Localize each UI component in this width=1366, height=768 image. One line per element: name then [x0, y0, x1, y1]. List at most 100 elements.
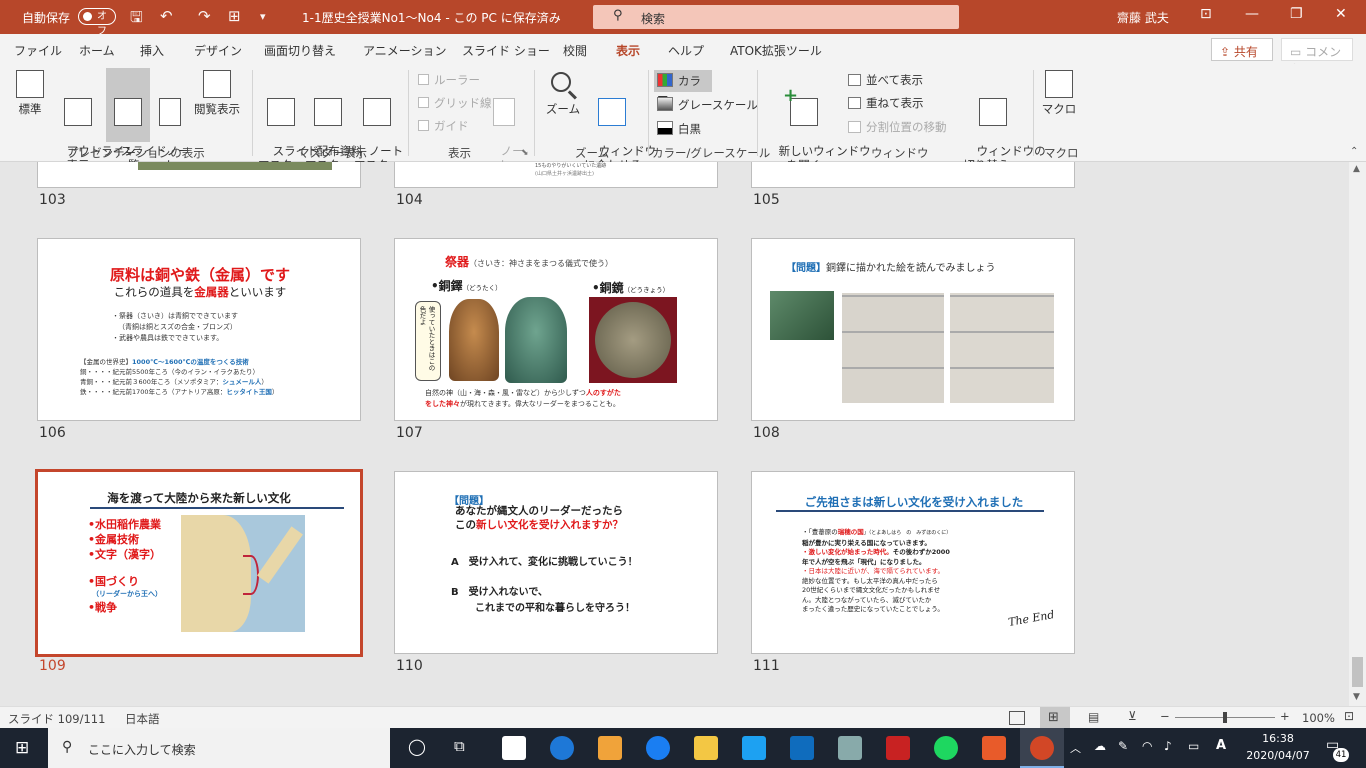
start-slideshow-icon[interactable]: ⊞	[228, 7, 241, 25]
reading-view-button[interactable]: 閲覧表示	[190, 70, 244, 140]
normal-view-button[interactable]: 標準	[8, 70, 52, 140]
document-title[interactable]: 1-1歴史全授業No1～No4 - この PC に保存済み	[302, 9, 561, 26]
zoom-slider[interactable]	[1175, 712, 1275, 723]
video-app-icon[interactable]	[598, 736, 622, 760]
keyboard-icon[interactable]: ▭	[1188, 739, 1199, 753]
new-window-button[interactable]: + 新しいウィンドウ を開く	[764, 70, 871, 173]
autosave-toggle[interactable]: オフ	[78, 8, 116, 37]
scroll-up-icon[interactable]: ▲	[1353, 164, 1360, 174]
language-indicator[interactable]: 日本語	[125, 711, 160, 727]
move-split-button[interactable]: 分割位置の移動	[848, 119, 947, 135]
ribbon-display-options-icon[interactable]: ⊡	[1200, 6, 1212, 22]
zoom-slider-thumb[interactable]	[1223, 712, 1227, 723]
slide-sorter-button[interactable]: スライド 一覧	[106, 68, 167, 172]
zoom-level[interactable]: 100%	[1302, 711, 1335, 725]
handout-master-button[interactable]: 配布資料 マスター	[302, 70, 363, 172]
tab-insert[interactable]: 挿入	[140, 42, 164, 59]
outline-view-button[interactable]: アウトライン 表示	[52, 70, 136, 172]
tab-review[interactable]: 校閲	[563, 42, 587, 59]
slide-thumbnail-109[interactable]: 海を渡って大陸から来た新しい文化 •水田稲作農業 •金属技術 •文字（漢字） •…	[35, 469, 363, 657]
zoom-out-icon[interactable]: −	[1160, 709, 1170, 723]
collapse-ribbon-icon[interactable]: ⌃	[1350, 146, 1358, 157]
slide-thumbnail-106[interactable]: 原料は銅や鉄（金属）です これらの道具を金属器といいます ・祭器（さいき）は青銅…	[37, 238, 361, 421]
restore-icon[interactable]: ❐	[1290, 6, 1303, 22]
undo-icon[interactable]: ↶	[160, 7, 173, 25]
comment-button[interactable]: ▭ コメント	[1281, 38, 1353, 76]
slide-thumbnail-110[interactable]: 【問題】 あなたが縄文人のリーダーだったら この新しい文化を受け入れますか？ A…	[394, 471, 718, 654]
dolby-app-icon[interactable]	[502, 736, 526, 760]
onedrive-icon[interactable]: ☁	[1094, 739, 1106, 753]
r-app-icon[interactable]	[982, 736, 1006, 760]
cortana-icon[interactable]: ◯	[408, 737, 426, 756]
notes-button[interactable]: ノー ト	[486, 70, 524, 172]
gridlines-checkbox[interactable]: グリッド線	[418, 95, 492, 111]
grayscale-button[interactable]: グレースケール	[657, 97, 758, 113]
macros-button[interactable]: マクロ	[1040, 70, 1078, 140]
tab-transitions[interactable]: 画面切り替え	[264, 42, 336, 59]
share-button[interactable]: ⇪ 共有	[1211, 38, 1273, 61]
taskbar-clock-date[interactable]: 2020/04/07	[1245, 749, 1311, 762]
tab-design[interactable]: デザイン	[194, 42, 242, 59]
app-red-icon[interactable]	[886, 736, 910, 760]
redo-icon[interactable]: ↷	[198, 7, 211, 25]
file-explorer-icon[interactable]	[694, 736, 718, 760]
minimize-icon[interactable]: —	[1245, 6, 1259, 22]
scrollbar-thumb[interactable]	[1352, 657, 1363, 687]
reading-view-icon[interactable]: ▤	[1088, 710, 1099, 724]
edge-browser-icon[interactable]	[550, 736, 574, 760]
twitter-icon[interactable]	[742, 736, 766, 760]
slide-master-button[interactable]: スライド マスター	[258, 70, 319, 172]
cascade-button[interactable]: 重ねて表示	[848, 95, 924, 111]
volume-icon[interactable]: ♪	[1164, 739, 1172, 753]
fit-slide-icon[interactable]: ⊡	[1344, 709, 1354, 723]
switch-windows-button[interactable]: ウィンドウの 切り替え ⌄	[962, 70, 1046, 172]
app-icon[interactable]	[838, 736, 862, 760]
close-icon[interactable]: ✕	[1335, 6, 1347, 22]
color-button[interactable]: カラー	[654, 70, 712, 104]
windows-start-icon[interactable]: ⊞	[15, 738, 29, 758]
slide-sorter-status-button[interactable]: ⊞	[1040, 707, 1070, 728]
save-icon[interactable]: 🖫	[130, 7, 143, 32]
tab-atok[interactable]: ATOK拡張ツール	[730, 42, 822, 59]
slide-thumbnail-111[interactable]: ご先祖さまは新しい文化を受け入れました ・「豊葦原の瑞穂の国」（とよあしはら の…	[751, 471, 1075, 654]
taskbar-clock-time[interactable]: 16:38	[1248, 732, 1308, 745]
slide-thumbnail-108[interactable]: 【問題】銅鐸に描かれた絵を読んでみましょう	[751, 238, 1075, 421]
messenger-icon[interactable]	[646, 736, 670, 760]
fit-to-window-button[interactable]: ウィンドウ に合わせる	[584, 70, 656, 172]
slide-thumbnail-105[interactable]	[751, 162, 1075, 188]
black-white-button[interactable]: 白黒	[657, 121, 701, 137]
normal-view-icon[interactable]	[1009, 711, 1025, 725]
tab-help[interactable]: ヘルプ	[668, 42, 704, 59]
ruler-checkbox[interactable]: ルーラー	[418, 72, 480, 88]
task-view-icon[interactable]: ⧉	[454, 737, 465, 755]
outlook-icon[interactable]	[790, 736, 814, 760]
zoom-in-icon[interactable]: +	[1280, 709, 1290, 723]
show-hidden-icons[interactable]: ︿	[1070, 740, 1081, 756]
tab-file[interactable]: ファイル	[14, 42, 62, 59]
user-name[interactable]: 齋藤 武夫	[1117, 9, 1169, 26]
slide-thumbnail-103[interactable]	[37, 162, 361, 188]
wifi-icon[interactable]: ◠	[1142, 739, 1152, 753]
tab-slideshow[interactable]: スライド ショー	[462, 42, 550, 59]
dialog-launcher-icon[interactable]: ⬊	[521, 148, 529, 158]
powerpoint-taskbar-button[interactable]	[1020, 728, 1064, 768]
vertical-scrollbar[interactable]: ▲ ▼	[1349, 162, 1366, 706]
customize-qat-icon[interactable]: ▾	[260, 10, 266, 23]
zoom-button[interactable]: ズーム	[542, 70, 584, 140]
slide-thumbnail-107[interactable]: 祭器（さいき：神さまをまつる儀式で使う） •銅鐸（どうたく） •銅鏡（どうきょう…	[394, 238, 718, 421]
guides-checkbox[interactable]: ガイド	[418, 118, 469, 134]
ime-mode-icon[interactable]: A	[1216, 738, 1226, 753]
slideshow-icon[interactable]: ⊻	[1128, 709, 1137, 723]
slide-thumbnail-104[interactable]: 15ものやりがいくいていた遺跡 (山口県土井ヶ浜遺跡出土)	[394, 162, 718, 188]
tab-home[interactable]: ホーム	[79, 42, 115, 59]
arrange-all-button[interactable]: 並べて表示	[848, 72, 923, 88]
notes-page-button[interactable]: ノー ト	[152, 70, 190, 172]
search-box[interactable]: ⚲ 検索	[593, 5, 959, 29]
taskbar-search[interactable]: ⚲ ここに入力して検索	[48, 728, 390, 768]
pen-icon[interactable]: ✎	[1118, 739, 1128, 753]
notes-master-button[interactable]: ノート マスター	[354, 70, 403, 172]
spotify-icon[interactable]	[934, 736, 958, 760]
tab-animations[interactable]: アニメーション	[363, 42, 447, 59]
scroll-down-icon[interactable]: ▼	[1353, 692, 1360, 702]
tab-view[interactable]: 表示	[613, 42, 643, 67]
